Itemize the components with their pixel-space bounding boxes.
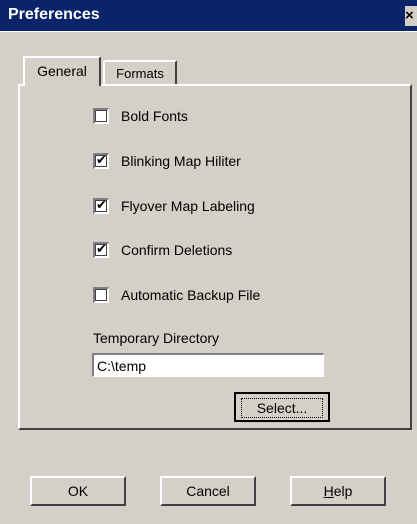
option-flyover-map-labeling[interactable]: ✔ Flyover Map Labeling [93, 196, 255, 216]
option-automatic-backup-file[interactable]: Automatic Backup File [93, 285, 260, 305]
option-confirm-deletions[interactable]: ✔ Confirm Deletions [93, 240, 232, 260]
tab-formats-label: Formats [116, 66, 164, 81]
tab-general[interactable]: General [23, 56, 101, 86]
option-label: Automatic Backup File [121, 287, 261, 303]
flyover-map-labeling-checkbox[interactable]: ✔ [93, 197, 109, 214]
ok-button[interactable]: OK [30, 476, 126, 506]
option-label: Confirm Deletions [121, 242, 233, 258]
ok-button-label: OK [67, 483, 89, 499]
select-button-label: Select... [256, 400, 308, 416]
help-button-label: elp [333, 483, 353, 499]
option-label: Flyover Map Labeling [121, 198, 255, 214]
cancel-button-label: Cancel [186, 483, 230, 499]
temp-directory-label: Temporary Directory [93, 330, 220, 346]
option-bold-fonts[interactable]: Bold Fonts [93, 106, 188, 126]
window-title: Preferences [8, 6, 100, 23]
select-button[interactable]: Select... [234, 392, 330, 422]
temp-directory-input[interactable] [92, 353, 324, 377]
checkmark-icon: ✔ [96, 152, 107, 167]
option-label: Bold Fonts [121, 108, 188, 124]
automatic-backup-file-checkbox[interactable] [93, 287, 109, 303]
confirm-deletions-checkbox[interactable]: ✔ [93, 241, 109, 258]
help-button[interactable]: Help [290, 476, 386, 506]
cancel-button[interactable]: Cancel [160, 476, 256, 506]
tab-general-label: General [37, 63, 87, 79]
checkbox-empty [95, 286, 108, 299]
help-accelerator: H [323, 483, 334, 499]
close-icon: × [405, 7, 414, 24]
checkmark-icon: ✔ [96, 241, 107, 256]
blinking-map-hiliter-checkbox[interactable]: ✔ [93, 152, 109, 169]
checkmark-icon: ✔ [96, 197, 107, 212]
focus-rectangle: Select... [241, 398, 323, 418]
option-label: Blinking Map Hiliter [121, 153, 241, 169]
tab-formats[interactable]: Formats [103, 60, 177, 86]
close-button[interactable]: × [405, 6, 417, 26]
checkbox-empty [95, 107, 108, 120]
title-bar: Preferences × [0, 0, 417, 32]
bold-fonts-checkbox[interactable] [93, 108, 109, 124]
option-blinking-map-hiliter[interactable]: ✔ Blinking Map Hiliter [93, 151, 241, 171]
